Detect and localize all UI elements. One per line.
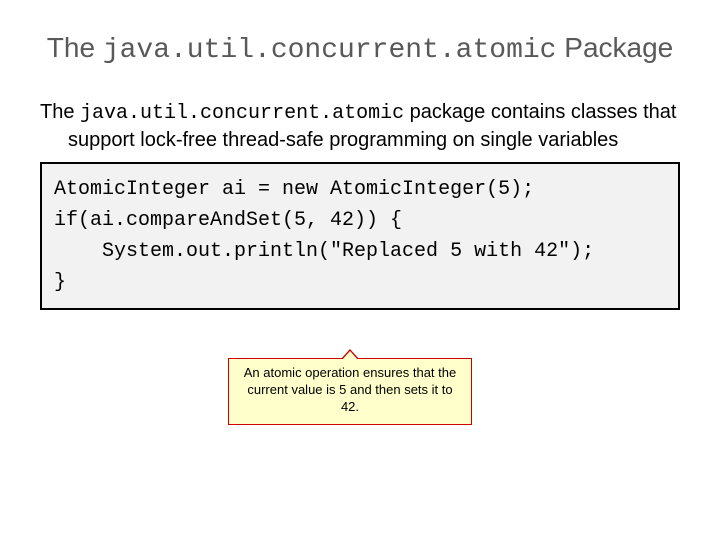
title-pre: The [47,32,103,63]
body-pre: The [40,101,80,123]
slide-title: The java.util.concurrent.atomic Package [40,30,680,69]
slide: The java.util.concurrent.atomic Package … [0,0,720,330]
title-post: Package [556,32,673,63]
body-text: The java.util.concurrent.atomic package … [68,99,680,154]
body-mono: java.util.concurrent.atomic [80,102,404,125]
callout-note: An atomic operation ensures that the cur… [228,358,472,425]
title-mono: java.util.concurrent.atomic [103,35,557,66]
code-block: AtomicInteger ai = new AtomicInteger(5);… [40,162,680,310]
